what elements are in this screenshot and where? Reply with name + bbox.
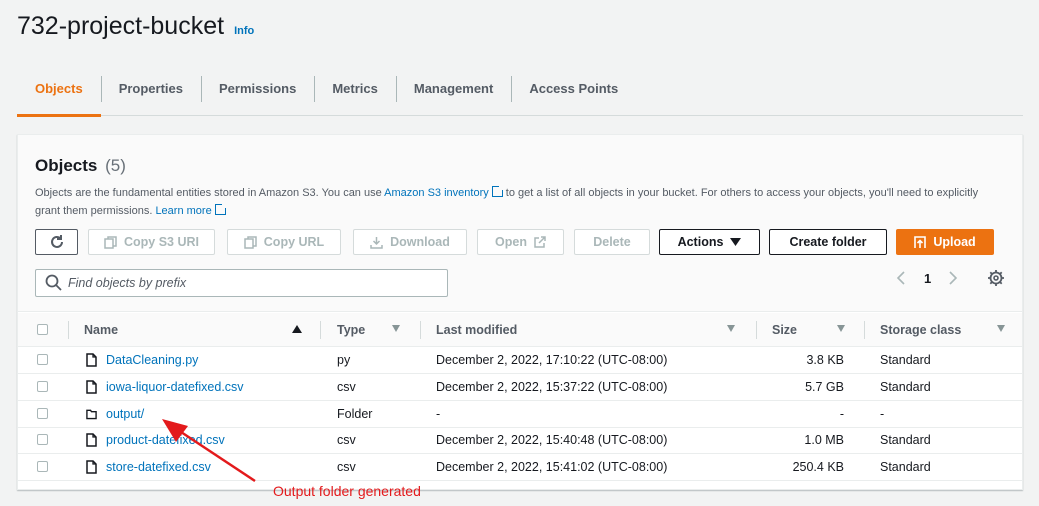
annotation-arrow: [162, 419, 256, 483]
